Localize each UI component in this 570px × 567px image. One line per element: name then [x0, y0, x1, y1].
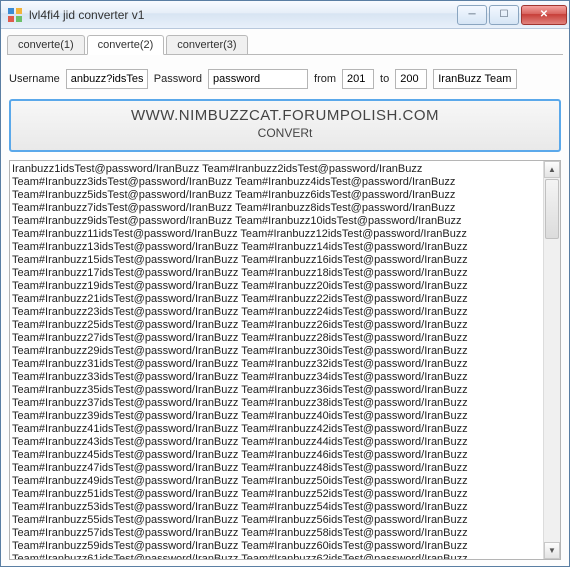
- convert-button[interactable]: WWW.NIMBUZZCAT.FORUMPOLISH.COM CONVERt: [9, 99, 561, 152]
- team-input[interactable]: [433, 69, 517, 89]
- scroll-thumb[interactable]: [545, 179, 559, 239]
- tab-converte-2[interactable]: converte(2): [87, 35, 165, 55]
- close-button[interactable]: ✕: [521, 5, 567, 25]
- titlebar: lvl4fi4 jid converter v1 ─ ☐ ✕: [1, 1, 569, 29]
- output-textarea[interactable]: Iranbuzz1idsTest@password/IranBuzz Team#…: [10, 161, 543, 559]
- to-input[interactable]: [395, 69, 427, 89]
- password-label: Password: [154, 73, 202, 85]
- app-window: lvl4fi4 jid converter v1 ─ ☐ ✕ converte(…: [0, 0, 570, 567]
- convert-url-text: WWW.NIMBUZZCAT.FORUMPOLISH.COM: [11, 107, 559, 124]
- tab-converter-3[interactable]: converter(3): [166, 35, 247, 54]
- form-row: Username Password from to: [9, 69, 561, 89]
- password-input[interactable]: [208, 69, 308, 89]
- app-icon: [7, 7, 23, 23]
- client-area: converte(1) converte(2) converter(3) Use…: [1, 29, 569, 566]
- maximize-button[interactable]: ☐: [489, 5, 519, 25]
- minimize-button[interactable]: ─: [457, 5, 487, 25]
- to-label: to: [380, 73, 389, 85]
- tabstrip: converte(1) converte(2) converter(3): [7, 33, 563, 55]
- tab-converte-1[interactable]: converte(1): [7, 35, 85, 54]
- output-container: Iranbuzz1idsTest@password/IranBuzz Team#…: [9, 160, 561, 560]
- username-label: Username: [9, 73, 60, 85]
- window-title: lvl4fi4 jid converter v1: [29, 8, 455, 22]
- username-input[interactable]: [66, 69, 148, 89]
- scroll-up-arrow-icon[interactable]: ▲: [544, 161, 560, 178]
- vertical-scrollbar[interactable]: ▲ ▼: [543, 161, 560, 559]
- from-label: from: [314, 73, 336, 85]
- from-input[interactable]: [342, 69, 374, 89]
- convert-label-text: CONVERt: [11, 126, 559, 140]
- scroll-down-arrow-icon[interactable]: ▼: [544, 542, 560, 559]
- window-controls: ─ ☐ ✕: [455, 5, 567, 25]
